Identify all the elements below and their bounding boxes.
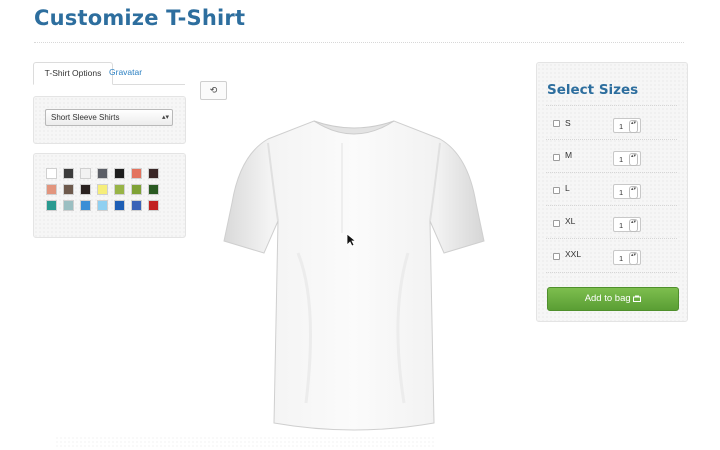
spinner-icon[interactable]: ▴▾ xyxy=(629,186,638,199)
size-row-l: L 1 ▴▾ xyxy=(546,172,677,206)
tshirt-preview-image[interactable] xyxy=(218,103,490,433)
color-panel xyxy=(33,153,186,238)
qty-input-l[interactable]: 1 ▴▾ xyxy=(613,184,641,199)
options-tabs: T-Shirt Options Gravatar xyxy=(33,62,185,85)
color-swatch[interactable] xyxy=(114,200,125,211)
color-swatch[interactable] xyxy=(46,200,57,211)
rotate-button[interactable]: ⟲ xyxy=(200,81,227,100)
color-swatch[interactable] xyxy=(97,168,108,179)
spinner-icon[interactable]: ▴▾ xyxy=(629,219,638,232)
color-swatch[interactable] xyxy=(148,184,159,195)
color-swatch[interactable] xyxy=(63,168,74,179)
add-to-bag-button[interactable]: Add to bag xyxy=(547,287,679,311)
color-swatch[interactable] xyxy=(131,168,142,179)
size-row-xl: XL 1 ▴▾ xyxy=(546,205,677,239)
select-arrow-icon: ▴▾ xyxy=(161,114,169,121)
size-label-l: L xyxy=(565,183,570,193)
size-checkbox-xl[interactable] xyxy=(553,220,560,227)
bag-icon xyxy=(633,295,642,302)
spinner-icon[interactable]: ▴▾ xyxy=(629,252,638,265)
size-label-xl: XL xyxy=(565,216,576,226)
qty-input-xxl[interactable]: 1 ▴▾ xyxy=(613,250,641,265)
color-swatch[interactable] xyxy=(63,184,74,195)
color-swatch[interactable] xyxy=(46,168,57,179)
size-checkbox-m[interactable] xyxy=(553,154,560,161)
size-row-m: M 1 ▴▾ xyxy=(546,139,677,173)
style-panel: Short Sleeve Shirts ▴▾ xyxy=(33,96,186,144)
color-swatch[interactable] xyxy=(80,200,91,211)
tab-tshirt-options[interactable]: T-Shirt Options xyxy=(33,62,113,85)
qty-input-s[interactable]: 1 ▴▾ xyxy=(613,118,641,133)
sizes-panel: Select Sizes S 1 ▴▾ M 1 ▴▾ L 1 ▴▾ XL 1 ▴… xyxy=(536,62,688,322)
size-checkbox-xxl[interactable] xyxy=(553,253,560,260)
title-divider xyxy=(34,42,684,43)
color-swatch[interactable] xyxy=(148,200,159,211)
color-swatch[interactable] xyxy=(80,184,91,195)
color-swatch[interactable] xyxy=(114,184,125,195)
size-checkbox-s[interactable] xyxy=(553,120,560,127)
qty-value: 1 xyxy=(619,155,624,164)
color-swatch[interactable] xyxy=(97,184,108,195)
spinner-icon[interactable]: ▴▾ xyxy=(629,120,638,133)
qty-input-xl[interactable]: 1 ▴▾ xyxy=(613,217,641,232)
size-checkbox-l[interactable] xyxy=(553,187,560,194)
qty-value: 1 xyxy=(619,122,624,131)
shirt-style-value: Short Sleeve Shirts xyxy=(51,113,120,122)
size-row-xxl: XXL 1 ▴▾ xyxy=(546,238,677,273)
color-swatch[interactable] xyxy=(114,168,125,179)
color-swatch[interactable] xyxy=(46,184,57,195)
add-to-bag-label: Add to bag xyxy=(584,293,631,304)
color-swatch[interactable] xyxy=(97,200,108,211)
qty-value: 1 xyxy=(619,221,624,230)
mouse-pointer-icon xyxy=(346,233,356,247)
rotate-icon: ⟲ xyxy=(209,85,218,95)
color-swatch[interactable] xyxy=(80,168,91,179)
size-row-s: S 1 ▴▾ xyxy=(546,105,677,139)
tab-gravatar[interactable]: Gravatar xyxy=(103,62,148,83)
size-label-m: M xyxy=(565,150,573,160)
color-swatch[interactable] xyxy=(131,200,142,211)
qty-value: 1 xyxy=(619,254,624,263)
size-label-s: S xyxy=(565,118,571,128)
sizes-title: Select Sizes xyxy=(547,82,639,98)
color-swatch[interactable] xyxy=(131,184,142,195)
color-swatch[interactable] xyxy=(63,200,74,211)
preview-floor xyxy=(55,436,435,448)
color-swatch[interactable] xyxy=(148,168,159,179)
qty-value: 1 xyxy=(619,188,624,197)
size-label-xxl: XXL xyxy=(565,249,582,259)
qty-input-m[interactable]: 1 ▴▾ xyxy=(613,151,641,166)
shirt-style-select[interactable]: Short Sleeve Shirts ▴▾ xyxy=(45,109,173,126)
spinner-icon[interactable]: ▴▾ xyxy=(629,153,638,166)
page-title: Customize T-Shirt xyxy=(34,6,246,30)
